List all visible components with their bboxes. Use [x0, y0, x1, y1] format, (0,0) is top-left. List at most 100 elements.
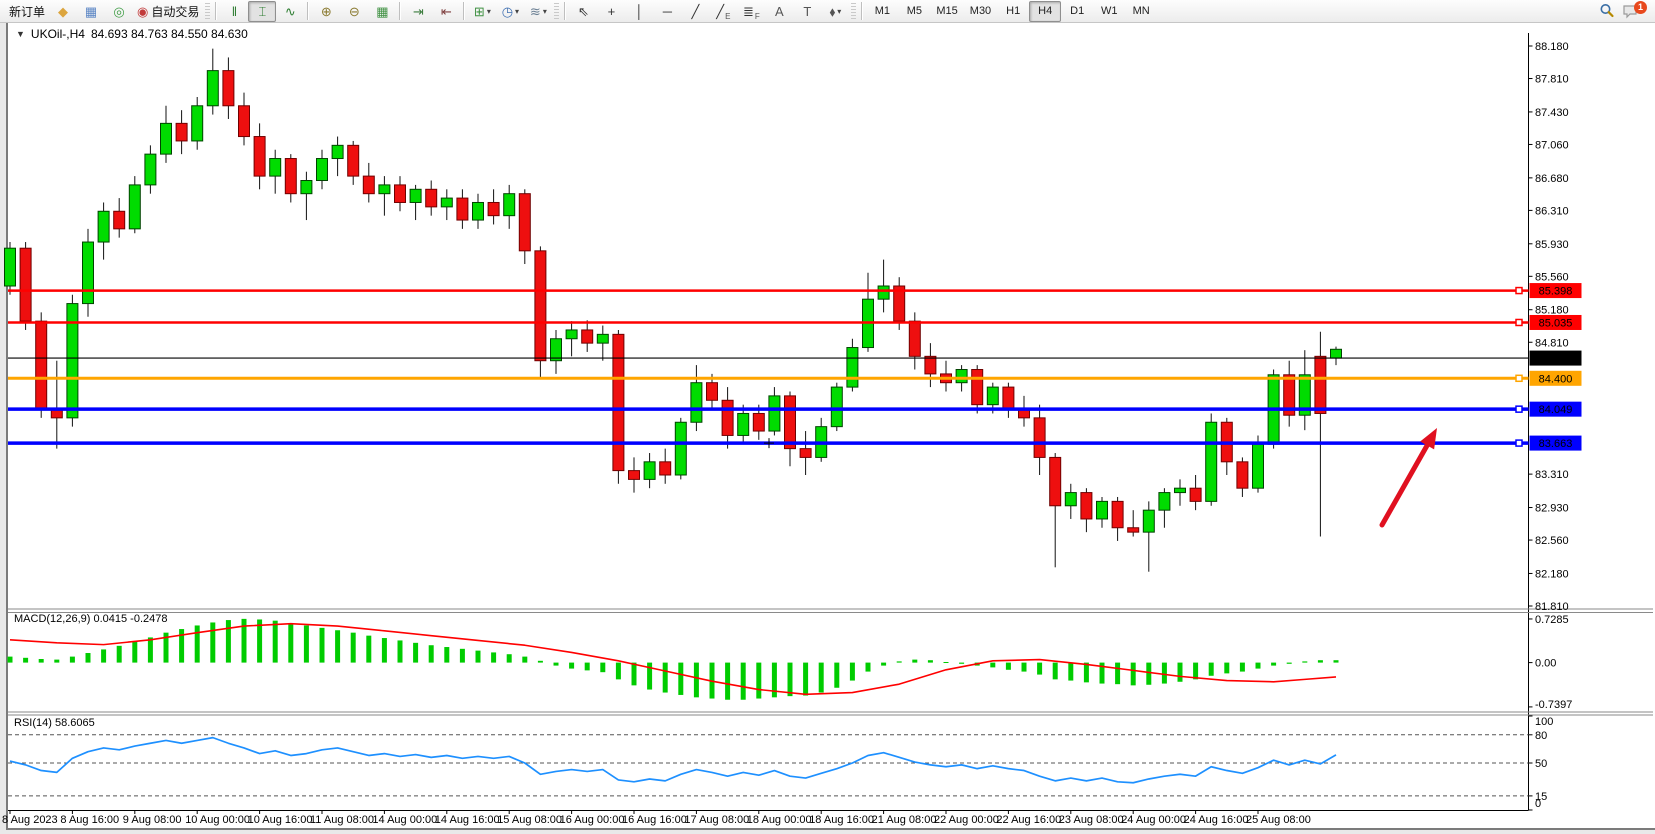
periods-button[interactable]: ◷▾ [496, 1, 524, 22]
tile-windows-button[interactable]: ▦ [368, 1, 396, 22]
macd-histogram-bar [382, 638, 387, 663]
macd-histogram-bar [616, 663, 621, 680]
chart-dropdown-icon[interactable]: ▼ [16, 29, 25, 39]
notification-badge[interactable]: 1 [1634, 1, 1647, 14]
candlestick-chart-button[interactable]: ⌶ [248, 1, 276, 22]
macd-histogram-bar [1287, 663, 1292, 664]
metaeditor-icon[interactable]: ◆ [49, 1, 77, 22]
indicators-button[interactable]: ⊞▾ [468, 1, 496, 22]
macd-tick-label: -0.7397 [1535, 699, 1572, 711]
candle [223, 71, 234, 106]
line-chart-glyph: ∿ [285, 5, 296, 18]
timeframe-d1-button[interactable]: D1 [1061, 1, 1093, 22]
macd-histogram-bar [944, 662, 949, 663]
time-tick-label: 14 Aug 16:00 [435, 814, 500, 826]
timeframe-m30-button[interactable]: M30 [964, 1, 997, 22]
charts-window-icon[interactable]: ▦ [77, 1, 105, 22]
time-tick-label: 21 Aug 08:00 [872, 814, 937, 826]
bar-chart-button[interactable]: ‖ [220, 1, 248, 22]
timeframe-h4-button[interactable]: H4 [1029, 1, 1061, 22]
equidistant-channel-button[interactable]: ╱E [709, 1, 737, 22]
candle [239, 106, 250, 137]
level-line-handle[interactable] [1516, 375, 1522, 381]
vertical-line-button[interactable]: │ [625, 1, 653, 22]
text-button[interactable]: A [765, 1, 793, 22]
macd-histogram-bar [554, 663, 559, 666]
candle [36, 321, 47, 409]
signals-icon[interactable]: ◎ [105, 1, 133, 22]
candle [644, 462, 655, 480]
level-line-handle[interactable] [1516, 440, 1522, 446]
candle [379, 185, 390, 194]
macd-histogram-bar [39, 659, 44, 663]
candle [192, 106, 203, 141]
auto-scroll-button[interactable]: ⇥ [404, 1, 432, 22]
macd-histogram-bar [897, 661, 902, 662]
level-line-handle[interactable] [1516, 288, 1522, 294]
price-tick-label: 85.560 [1535, 271, 1569, 283]
toolbar-drag-handle [554, 3, 559, 19]
time-tick-label: 18 Aug 00:00 [747, 814, 812, 826]
zoom-out-glyph: ⊖ [349, 5, 360, 18]
timeframe-m5-button[interactable]: M5 [898, 1, 930, 22]
zoom-out-button[interactable]: ⊖ [340, 1, 368, 22]
macd-histogram-bar [585, 663, 590, 671]
price-tag-label: 84.400 [1539, 373, 1573, 385]
toolbar-separator [399, 2, 401, 20]
chart-symbol-period: UKOil-,H4 [31, 27, 85, 41]
candle [98, 211, 109, 242]
timeframe-h1-button[interactable]: H1 [997, 1, 1029, 22]
macd-histogram-bar [1334, 660, 1339, 662]
candle [348, 145, 359, 176]
price-tick-label: 87.810 [1535, 74, 1569, 86]
fibonacci-button[interactable]: ≣F [737, 1, 765, 22]
trendline-button[interactable]: ╱ [681, 1, 709, 22]
macd-histogram-bar [1209, 663, 1214, 676]
macd-histogram-bar [86, 653, 91, 663]
time-tick-label: 18 Aug 16:00 [809, 814, 874, 826]
crosshair-button[interactable]: + [597, 1, 625, 22]
price-tag-label: 85.398 [1539, 286, 1573, 298]
toolbar: 新订单◆▦◎◉自动交易‖⌶∿⊕⊖▦⇥⇤⊞▾◷▾≋▾⇖+│─╱╱E≣FAT⬧▾M1… [0, 0, 1655, 23]
time-tick-label: 15 Aug 08:00 [497, 814, 562, 826]
new-order-button[interactable]: 新订单 [2, 1, 49, 22]
shapes-button[interactable]: ⬧▾ [821, 1, 849, 22]
level-line-handle[interactable] [1516, 319, 1522, 325]
timeframe-mn-button[interactable]: MN [1125, 1, 1157, 22]
macd-histogram-bar [23, 658, 28, 663]
chart-canvas[interactable]: 88.18087.81087.43087.06086.68086.31085.9… [0, 0, 1655, 834]
chevron-down-icon: ▾ [837, 7, 841, 16]
macd-histogram-bar [1006, 663, 1011, 670]
crosshair-glyph: + [608, 5, 616, 18]
label-button[interactable]: T [793, 1, 821, 22]
chart-shift-button[interactable]: ⇤ [432, 1, 460, 22]
autotrading-button[interactable]: ◉自动交易 [133, 1, 203, 22]
arrow-annotation-head[interactable] [1420, 428, 1437, 449]
macd-histogram-bar [1162, 663, 1167, 684]
candle [707, 383, 718, 401]
cursor-button[interactable]: ⇖ [569, 1, 597, 22]
horizontal-line-button[interactable]: ─ [653, 1, 681, 22]
timeframe-m15-button[interactable]: M15 [930, 1, 963, 22]
macd-histogram-bar [788, 663, 793, 697]
macd-histogram-bar [320, 628, 325, 663]
candle [285, 159, 296, 194]
candle [317, 159, 328, 181]
arrow-annotation-shaft[interactable] [1382, 442, 1429, 525]
timeframe-m1-button[interactable]: M1 [866, 1, 898, 22]
line-chart-button[interactable]: ∿ [276, 1, 304, 22]
macd-signal-line [10, 624, 1336, 695]
candle [1159, 493, 1170, 511]
search-icon[interactable] [1598, 2, 1616, 20]
macd-histogram-bar [351, 633, 356, 663]
chevron-down-icon: ▾ [515, 7, 519, 16]
level-line-handle[interactable] [1516, 406, 1522, 412]
zoom-in-button[interactable]: ⊕ [312, 1, 340, 22]
candle [909, 321, 920, 356]
timeframe-w1-button[interactable]: W1 [1093, 1, 1125, 22]
horizontal-line-glyph: ─ [663, 5, 672, 18]
candle [613, 334, 624, 470]
rsi-tick-label: 50 [1535, 758, 1547, 770]
zoom-in-glyph: ⊕ [321, 5, 332, 18]
templates-button[interactable]: ≋▾ [524, 1, 552, 22]
